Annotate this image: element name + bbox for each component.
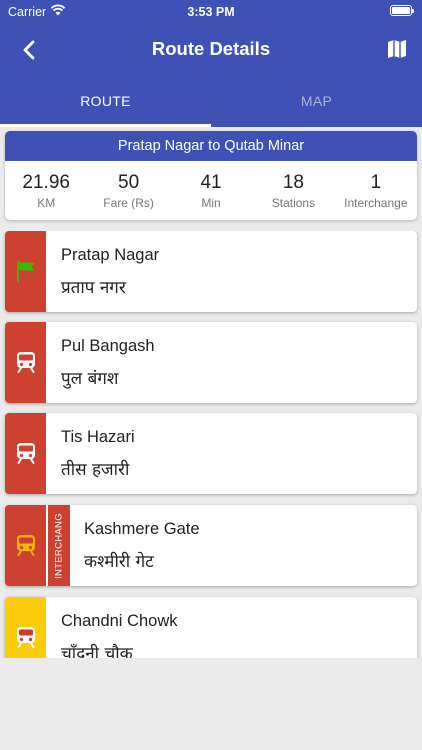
station-name-hindi: कश्मीरी गेट	[84, 552, 154, 572]
stat-time: 41 Min	[170, 171, 252, 210]
stat-label: Min	[201, 196, 221, 210]
flag-icon	[17, 261, 35, 282]
tab-bar: ROUTE MAP	[0, 84, 422, 127]
station-card[interactable]: Pratap Nagar प्रताप नगर	[5, 231, 417, 312]
stat-stations: 18 Stations	[252, 171, 334, 210]
stat-label: Fare (Rs)	[103, 196, 154, 210]
map-icon[interactable]	[386, 38, 408, 60]
line-color-bar	[5, 505, 46, 586]
stat-label: Stations	[271, 196, 316, 210]
line-color-bar	[5, 322, 46, 403]
stat-interchange: 1 Interchange	[335, 171, 417, 210]
station-card[interactable]: Pul Bangash पुल बंगश	[5, 322, 417, 403]
station-name: Chandni Chowk	[61, 612, 178, 630]
metro-train-icon	[17, 535, 35, 556]
line-color-bar	[5, 413, 46, 494]
metro-train-icon	[17, 352, 35, 373]
nav-bar: Route Details	[0, 28, 422, 72]
station-name: Kashmere Gate	[84, 520, 200, 538]
interchange-label: INTERCHANG	[53, 512, 65, 579]
station-card-interchange[interactable]: INTERCHANG Kashmere Gate कश्मीरी गेट	[5, 505, 417, 586]
station-name-hindi: पुल बंगश	[61, 369, 119, 389]
station-name-hindi: चाँदनी चौक	[61, 644, 133, 658]
page-title: Route Details	[151, 38, 271, 59]
station-name: Pul Bangash	[61, 337, 155, 355]
route-stats: 21.96 KM 50 Fare (Rs) 41 Min 18 Stations…	[5, 171, 417, 210]
station-name: Tis Hazari	[61, 428, 135, 446]
station-list[interactable]: Pratap Nagar प्रताप नगर Pul Bangash पुल …	[0, 231, 422, 658]
route-summary-title: Pratap Nagar to Qutab Minar	[5, 131, 417, 161]
tab-route[interactable]: ROUTE	[0, 84, 211, 127]
station-name-hindi: प्रताप नगर	[61, 278, 126, 298]
app-header: Carrier 3:53 PM Route Details ROUTE MAP	[0, 0, 422, 127]
stat-fare: 50 Fare (Rs)	[87, 171, 169, 210]
stat-distance: 21.96 KM	[5, 171, 87, 210]
interchange-badge: INTERCHANG	[48, 505, 70, 586]
stat-value: 41	[200, 172, 222, 193]
line-color-bar	[5, 231, 46, 312]
line-color-bar	[5, 597, 46, 658]
stat-value: 50	[118, 172, 140, 193]
station-card[interactable]: Chandni Chowk चाँदनी चौक	[5, 597, 417, 658]
station-card[interactable]: Tis Hazari तीस हजारी	[5, 413, 417, 494]
stat-value: 18	[282, 172, 304, 193]
route-summary-card: Pratap Nagar to Qutab Minar 21.96 KM 50 …	[5, 131, 417, 220]
battery-icon	[390, 5, 414, 16]
status-bar: Carrier 3:53 PM	[0, 0, 422, 24]
stat-label: KM	[37, 196, 56, 210]
station-name: Pratap Nagar	[61, 246, 160, 264]
station-name-hindi: तीस हजारी	[61, 460, 130, 480]
stat-value: 21.96	[22, 172, 70, 193]
metro-train-icon	[17, 443, 35, 464]
tab-indicator	[0, 124, 211, 127]
stat-label: Interchange	[344, 196, 408, 210]
status-time: 3:53 PM	[187, 5, 235, 19]
stat-value: 1	[370, 172, 382, 193]
metro-train-icon	[17, 627, 35, 648]
tab-map[interactable]: MAP	[211, 84, 422, 127]
